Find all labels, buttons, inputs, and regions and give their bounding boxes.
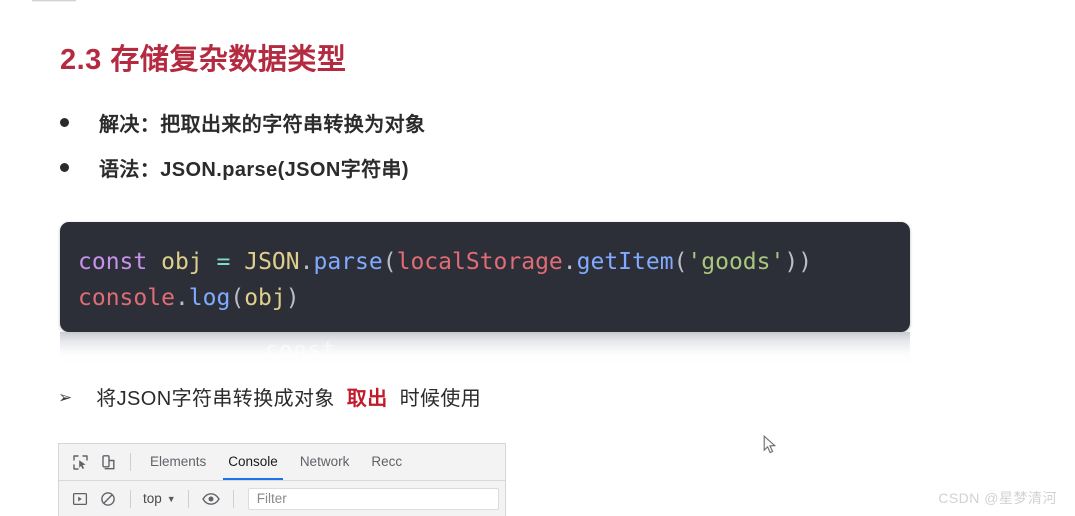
code-token-object: localStorage — [396, 249, 563, 275]
tab-recorder[interactable]: Recc — [360, 444, 413, 480]
code-token-paren: ) — [285, 285, 300, 311]
devtools-panel[interactable]: Elements Console Network Recc top ▼ Filt… — [58, 443, 506, 516]
code-token-paren: )) — [784, 249, 813, 275]
note-highlight: 取出 — [346, 388, 388, 410]
slide-canvas: 2.3 存储复杂数据类型 解决：把取出来的字符串转换为对象 语法：JSON.pa… — [0, 0, 1075, 516]
code-token-method: parse — [313, 249, 383, 275]
note-text-after: 时候使用 — [399, 388, 482, 410]
code-block-ghost-text: const — [265, 338, 337, 363]
mouse-cursor-icon — [763, 434, 777, 455]
code-token-variable: obj — [244, 285, 286, 311]
tab-elements[interactable]: Elements — [139, 444, 217, 480]
code-token-dot: . — [174, 285, 189, 311]
context-selector[interactable]: top ▼ — [139, 491, 180, 506]
code-block-fade-overlay — [60, 332, 910, 366]
arrow-bullet-icon: ➢ — [58, 388, 73, 407]
devtools-tabbar: Elements Console Network Recc — [59, 444, 505, 481]
list-item: 解决：把取出来的字符串转换为对象 — [60, 108, 425, 137]
code-token-dot: . — [562, 249, 577, 275]
code-token-paren: ( — [382, 249, 397, 275]
code-token-keyword: const — [78, 249, 148, 275]
clear-console-icon[interactable] — [94, 486, 122, 512]
code-token-dot: . — [299, 249, 314, 275]
context-selector-label: top — [143, 491, 162, 506]
toolbar-divider — [232, 489, 234, 508]
note-row: ➢ 将JSON字符串转换成对象 取出 时候使用 — [58, 382, 481, 411]
toolbar-divider — [130, 453, 131, 471]
code-token-object: console — [78, 285, 175, 311]
console-sidebar-icon[interactable] — [66, 486, 94, 512]
bullet-disc-icon — [60, 118, 69, 127]
inspect-element-icon[interactable] — [66, 449, 94, 475]
tab-console[interactable]: Console — [217, 444, 289, 480]
device-toolbar-icon[interactable] — [94, 449, 122, 475]
code-content: const obj = JSON.parse(localStorage.getI… — [78, 244, 910, 316]
list-item: 语法：JSON.parse(JSON字符串) — [60, 153, 409, 182]
bullet-text: 语法：JSON.parse(JSON字符串) — [99, 159, 409, 181]
filter-input[interactable]: Filter — [247, 487, 499, 510]
bullet-disc-icon — [60, 163, 69, 172]
chevron-down-icon: ▼ — [166, 493, 176, 504]
clipped-top-artifact — [32, 0, 76, 2]
live-expression-eye-icon[interactable] — [197, 486, 225, 512]
code-token-operator: = — [216, 249, 231, 275]
page-title: 2.3 存储复杂数据类型 — [60, 44, 347, 76]
code-block: const obj = JSON.parse(localStorage.getI… — [60, 222, 910, 332]
code-token-string: 'goods' — [687, 249, 785, 275]
watermark: CSDN @星梦清河 — [938, 490, 1057, 506]
code-token-method: getItem — [576, 249, 674, 275]
code-token-paren: ( — [230, 285, 245, 311]
toolbar-divider — [187, 489, 189, 508]
filter-placeholder: Filter — [256, 491, 287, 506]
note-text-before: 将JSON字符串转换成对象 — [96, 388, 335, 410]
tab-network[interactable]: Network — [289, 444, 361, 480]
toolbar-divider — [130, 489, 131, 508]
code-token-class: JSON — [244, 249, 300, 275]
code-token-paren: ( — [673, 249, 688, 275]
code-token-variable: obj — [161, 249, 203, 275]
bullet-text: 解决：把取出来的字符串转换为对象 — [99, 114, 426, 136]
code-token-method: log — [188, 285, 231, 311]
console-toolbar: top ▼ Filter — [59, 481, 505, 516]
